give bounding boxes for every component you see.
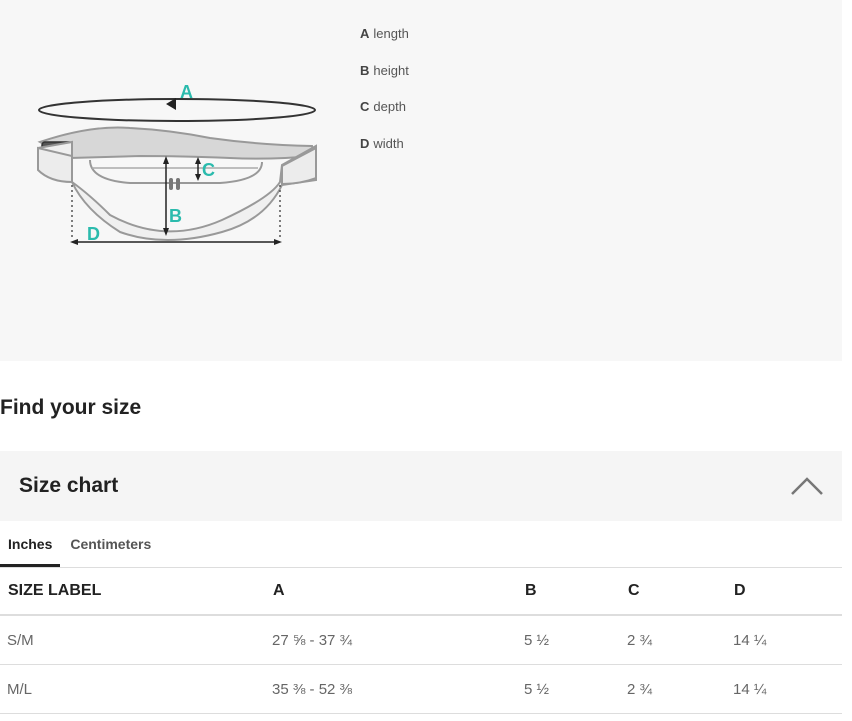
- measurement-legend: A length B height C depth D width: [360, 26, 409, 172]
- size-chart-title: Size chart: [19, 474, 119, 497]
- label-d: D: [87, 224, 100, 244]
- size-table: SIZE LABEL A B C D S/M 27 ⅝ - 37 ¾ 5 ½ 2…: [0, 567, 842, 714]
- column-header-b: B: [517, 567, 620, 616]
- column-header-size-label: SIZE LABEL: [0, 567, 265, 616]
- cell-d: 14 ¼: [726, 615, 842, 665]
- legend-key: A: [360, 26, 370, 41]
- legend-item-a: A length: [360, 26, 409, 63]
- cell-c: 2 ¾: [620, 664, 726, 714]
- strap-outline: [37, 126, 316, 160]
- tab-inches[interactable]: Inches: [0, 521, 61, 567]
- column-header-d: D: [726, 567, 842, 616]
- cell-a: 35 ⅜ - 52 ⅜: [265, 664, 517, 714]
- tab-centimeters[interactable]: Centimeters: [62, 521, 159, 567]
- cell-c: 2 ¾: [620, 615, 726, 665]
- cell-b: 5 ½: [517, 664, 620, 714]
- label-c: C: [202, 160, 215, 180]
- table-header-row: SIZE LABEL A B C D: [0, 567, 842, 616]
- legend-item-d: D width: [360, 136, 409, 173]
- unit-tabs: Inches Centimeters: [0, 521, 842, 568]
- zipper-pull-left: [169, 178, 173, 190]
- legend-item-c: C depth: [360, 99, 409, 136]
- fanny-pack-diagram: A B C D: [37, 82, 317, 245]
- legend-label: length: [373, 26, 409, 41]
- depth-arrow-top: [195, 157, 201, 164]
- chevron-up-icon[interactable]: [790, 475, 824, 497]
- size-chart-accordion-header[interactable]: Size chart: [0, 451, 842, 521]
- cell-a: 27 ⅝ - 37 ¾: [265, 615, 517, 665]
- zipper-pocket: [89, 159, 263, 184]
- size-diagram-panel: A B C D A length B height C depth D widt…: [0, 0, 842, 361]
- legend-key: D: [360, 135, 370, 151]
- legend-label: depth: [373, 99, 406, 114]
- cell-b: 5 ½: [517, 615, 620, 665]
- table-row: M/L 35 ⅜ - 52 ⅜ 5 ½ 2 ¾ 14 ¼: [0, 664, 842, 714]
- width-arrow-right: [274, 239, 282, 245]
- depth-arrow-bottom: [195, 174, 201, 181]
- label-a: A: [180, 82, 193, 102]
- legend-key: C: [360, 99, 370, 114]
- legend-key: B: [360, 62, 370, 78]
- column-header-c: C: [620, 567, 726, 616]
- table-row: S/M 27 ⅝ - 37 ¾ 5 ½ 2 ¾ 14 ¼: [0, 615, 842, 665]
- legend-label: width: [373, 135, 404, 151]
- column-header-a: A: [265, 567, 517, 616]
- find-your-size-heading: Find your size: [0, 396, 142, 419]
- label-b: B: [169, 206, 182, 226]
- belt-loop-outline: [38, 98, 316, 122]
- cell-size-label: M/L: [0, 664, 265, 714]
- cell-size-label: S/M: [0, 615, 265, 665]
- width-arrow-left: [70, 239, 78, 245]
- legend-label: height: [373, 62, 409, 78]
- cell-d: 14 ¼: [726, 664, 842, 714]
- legend-item-b: B height: [360, 63, 409, 100]
- zipper-pull-right: [176, 178, 180, 190]
